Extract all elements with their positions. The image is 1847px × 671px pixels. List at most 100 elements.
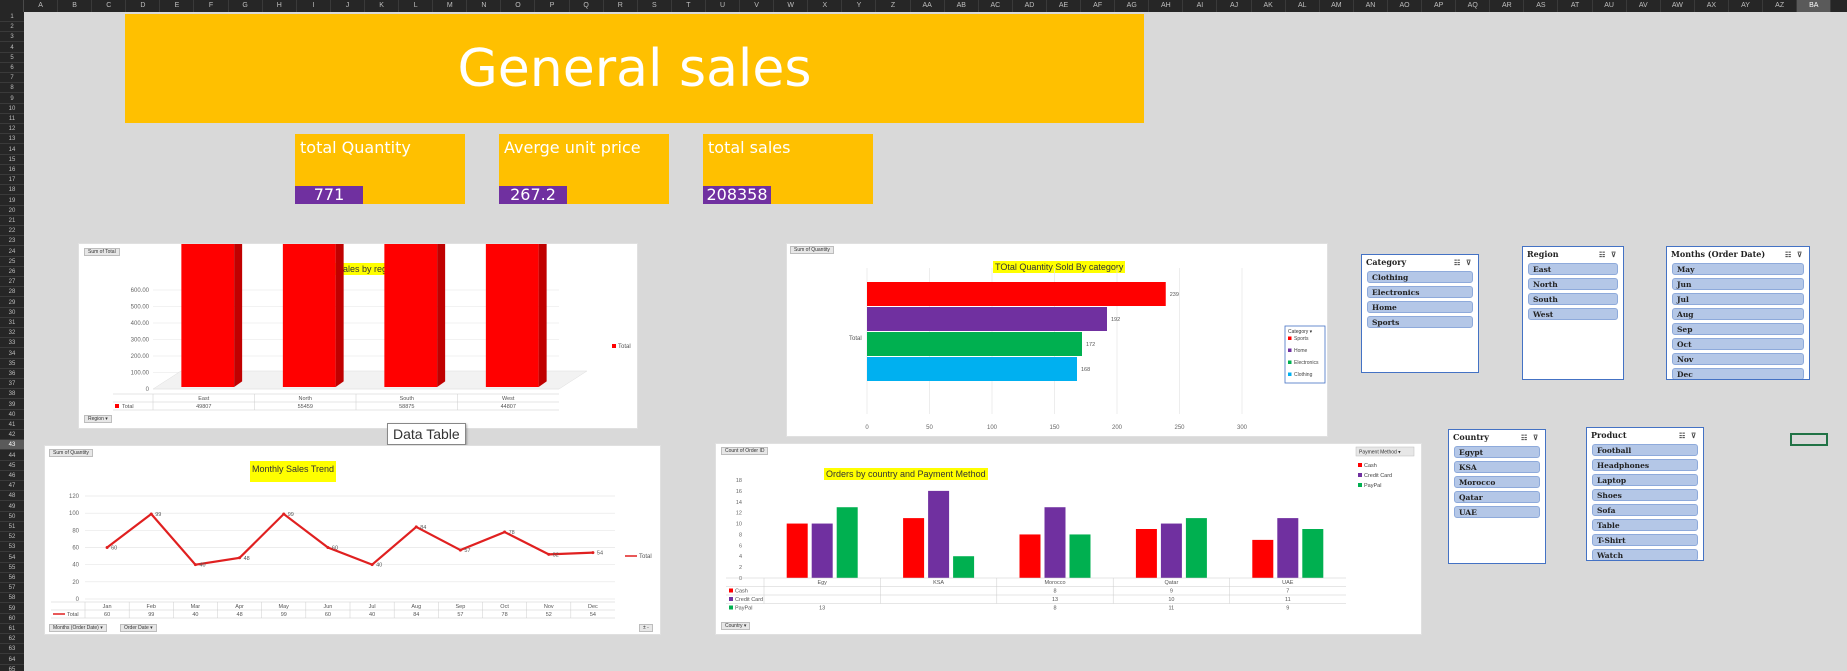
clear-filter-icon[interactable]: ⊽ bbox=[1533, 434, 1541, 441]
row-header[interactable]: 57 bbox=[0, 583, 24, 594]
row-header[interactable]: 29 bbox=[0, 298, 24, 308]
clear-filter-icon[interactable]: ⊽ bbox=[1691, 432, 1699, 439]
expand-collapse-icon[interactable]: ± - bbox=[639, 624, 653, 632]
row-header[interactable]: 35 bbox=[0, 359, 24, 369]
column-header[interactable]: F bbox=[195, 0, 229, 12]
row-header[interactable]: 27 bbox=[0, 277, 24, 288]
row-header[interactable]: 17 bbox=[0, 175, 24, 186]
row-header[interactable]: 12 bbox=[0, 124, 24, 135]
slicer-months[interactable]: Months (Order Date) ☷ ⊽ May Jun Jul Aug Sep Oct N… bbox=[1666, 246, 1810, 380]
column-header[interactable]: E bbox=[160, 0, 195, 12]
column-header[interactable]: AP bbox=[1422, 0, 1457, 12]
column-header[interactable]: X bbox=[808, 0, 843, 12]
column-header[interactable]: C bbox=[92, 0, 127, 12]
slicer-item[interactable]: Egypt bbox=[1454, 446, 1540, 458]
slicer-item[interactable]: Sports bbox=[1367, 316, 1473, 328]
row-header[interactable]: 44 bbox=[0, 451, 24, 461]
row-header[interactable]: 47 bbox=[0, 481, 24, 492]
column-header[interactable]: AV bbox=[1627, 0, 1661, 12]
row-header[interactable]: 21 bbox=[0, 216, 24, 226]
multi-select-icon[interactable]: ☷ bbox=[1599, 251, 1607, 258]
row-header[interactable]: 9 bbox=[0, 94, 24, 104]
slicer-category[interactable]: Category ☷ ⊽ Clothing Electronics Home Sports bbox=[1361, 254, 1479, 373]
row-header[interactable]: 63 bbox=[0, 644, 24, 655]
column-header[interactable]: AA bbox=[911, 0, 945, 12]
clear-filter-icon[interactable]: ⊽ bbox=[1797, 251, 1805, 258]
row-header[interactable]: 54 bbox=[0, 553, 24, 563]
column-header[interactable]: Q bbox=[570, 0, 604, 12]
chart-quantity-by-category[interactable]: Sum of Quantity TOtal Quantity Sold By c… bbox=[786, 243, 1328, 437]
row-header[interactable]: 60 bbox=[0, 614, 24, 624]
slicer-item[interactable]: Dec bbox=[1672, 368, 1804, 379]
column-header[interactable]: AY bbox=[1729, 0, 1764, 12]
row-header[interactable]: 42 bbox=[0, 430, 24, 441]
column-header[interactable]: AG bbox=[1115, 0, 1150, 12]
row-header[interactable]: 10 bbox=[0, 104, 24, 114]
row-header[interactable]: 20 bbox=[0, 206, 24, 216]
row-header[interactable]: 6 bbox=[0, 63, 24, 73]
column-header[interactable]: S bbox=[638, 0, 672, 12]
slicer-item[interactable]: Oct bbox=[1672, 338, 1804, 350]
column-header[interactable]: AI bbox=[1183, 0, 1218, 12]
row-header[interactable]: 45 bbox=[0, 461, 24, 471]
row-header[interactable]: 52 bbox=[0, 532, 24, 543]
column-header[interactable]: W bbox=[774, 0, 809, 12]
row-header[interactable]: 59 bbox=[0, 604, 24, 614]
row-header[interactable]: 5 bbox=[0, 53, 24, 63]
row-header[interactable]: 56 bbox=[0, 573, 24, 583]
slicer-item[interactable]: Electronics bbox=[1367, 286, 1473, 298]
row-header[interactable]: 33 bbox=[0, 338, 24, 349]
slicer-item[interactable]: KSA bbox=[1454, 461, 1540, 473]
row-header[interactable]: 15 bbox=[0, 155, 24, 165]
multi-select-icon[interactable]: ☷ bbox=[1454, 259, 1462, 266]
row-header[interactable]: 22 bbox=[0, 226, 24, 237]
column-header[interactable]: D bbox=[126, 0, 161, 12]
row-header[interactable]: 3 bbox=[0, 32, 24, 43]
row-header[interactable]: 49 bbox=[0, 502, 24, 512]
kpi-average-unit-price[interactable]: Averge unit price 267.2 bbox=[499, 134, 669, 204]
row-header[interactable]: 36 bbox=[0, 369, 24, 379]
row-header[interactable]: 24 bbox=[0, 247, 24, 257]
slicer-country[interactable]: Country ☷ ⊽ Egypt KSA Morocco Qatar UAE bbox=[1448, 429, 1546, 564]
row-header[interactable]: 13 bbox=[0, 134, 24, 145]
row-header[interactable]: 2 bbox=[0, 22, 24, 33]
chart-sales-by-region[interactable]: Sum of Total Total sales by region 0 100.… bbox=[78, 243, 638, 429]
row-header[interactable]: 51 bbox=[0, 522, 24, 532]
row-header[interactable]: 65 bbox=[0, 665, 24, 671]
row-header[interactable]: 62 bbox=[0, 634, 24, 645]
multi-select-icon[interactable]: ☷ bbox=[1521, 434, 1529, 441]
column-header[interactable]: AD bbox=[1013, 0, 1047, 12]
column-header[interactable]: P bbox=[536, 0, 570, 12]
row-header[interactable]: 46 bbox=[0, 471, 24, 481]
row-header[interactable]: 34 bbox=[0, 349, 24, 359]
column-header[interactable]: G bbox=[229, 0, 263, 12]
row-header[interactable]: 32 bbox=[0, 328, 24, 339]
row-header[interactable]: 39 bbox=[0, 400, 24, 410]
column-header[interactable]: AW bbox=[1661, 0, 1695, 12]
column-header[interactable]: V bbox=[740, 0, 775, 12]
column-header[interactable]: AZ bbox=[1763, 0, 1798, 12]
column-header[interactable]: AQ bbox=[1456, 0, 1491, 12]
column-header[interactable]: A bbox=[24, 0, 59, 12]
column-header[interactable]: AC bbox=[979, 0, 1013, 12]
column-header[interactable]: Z bbox=[877, 0, 911, 12]
column-header[interactable]: AF bbox=[1081, 0, 1116, 12]
multi-select-icon[interactable]: ☷ bbox=[1679, 432, 1687, 439]
field-button-order-date[interactable]: Order Date ▾ bbox=[120, 624, 157, 632]
slicer-item[interactable]: Qatar bbox=[1454, 491, 1540, 503]
row-header[interactable]: 19 bbox=[0, 196, 24, 206]
row-header[interactable]: 14 bbox=[0, 145, 24, 155]
slicer-item[interactable]: East bbox=[1528, 263, 1618, 275]
row-header[interactable]: 8 bbox=[0, 83, 24, 94]
column-header[interactable]: K bbox=[365, 0, 400, 12]
column-header[interactable]: AE bbox=[1047, 0, 1082, 12]
field-button-months[interactable]: Months (Order Date) ▾ bbox=[49, 624, 107, 632]
slicer-region[interactable]: Region ☷ ⊽ East North South West bbox=[1522, 246, 1624, 380]
row-header[interactable]: 48 bbox=[0, 491, 24, 502]
column-header[interactable]: AM bbox=[1320, 0, 1354, 12]
column-header[interactable]: AT bbox=[1559, 0, 1593, 12]
selected-cell[interactable] bbox=[1790, 433, 1828, 446]
slicer-item[interactable]: Home bbox=[1367, 301, 1473, 313]
column-header[interactable]: AK bbox=[1252, 0, 1286, 12]
column-header[interactable]: AB bbox=[945, 0, 979, 12]
